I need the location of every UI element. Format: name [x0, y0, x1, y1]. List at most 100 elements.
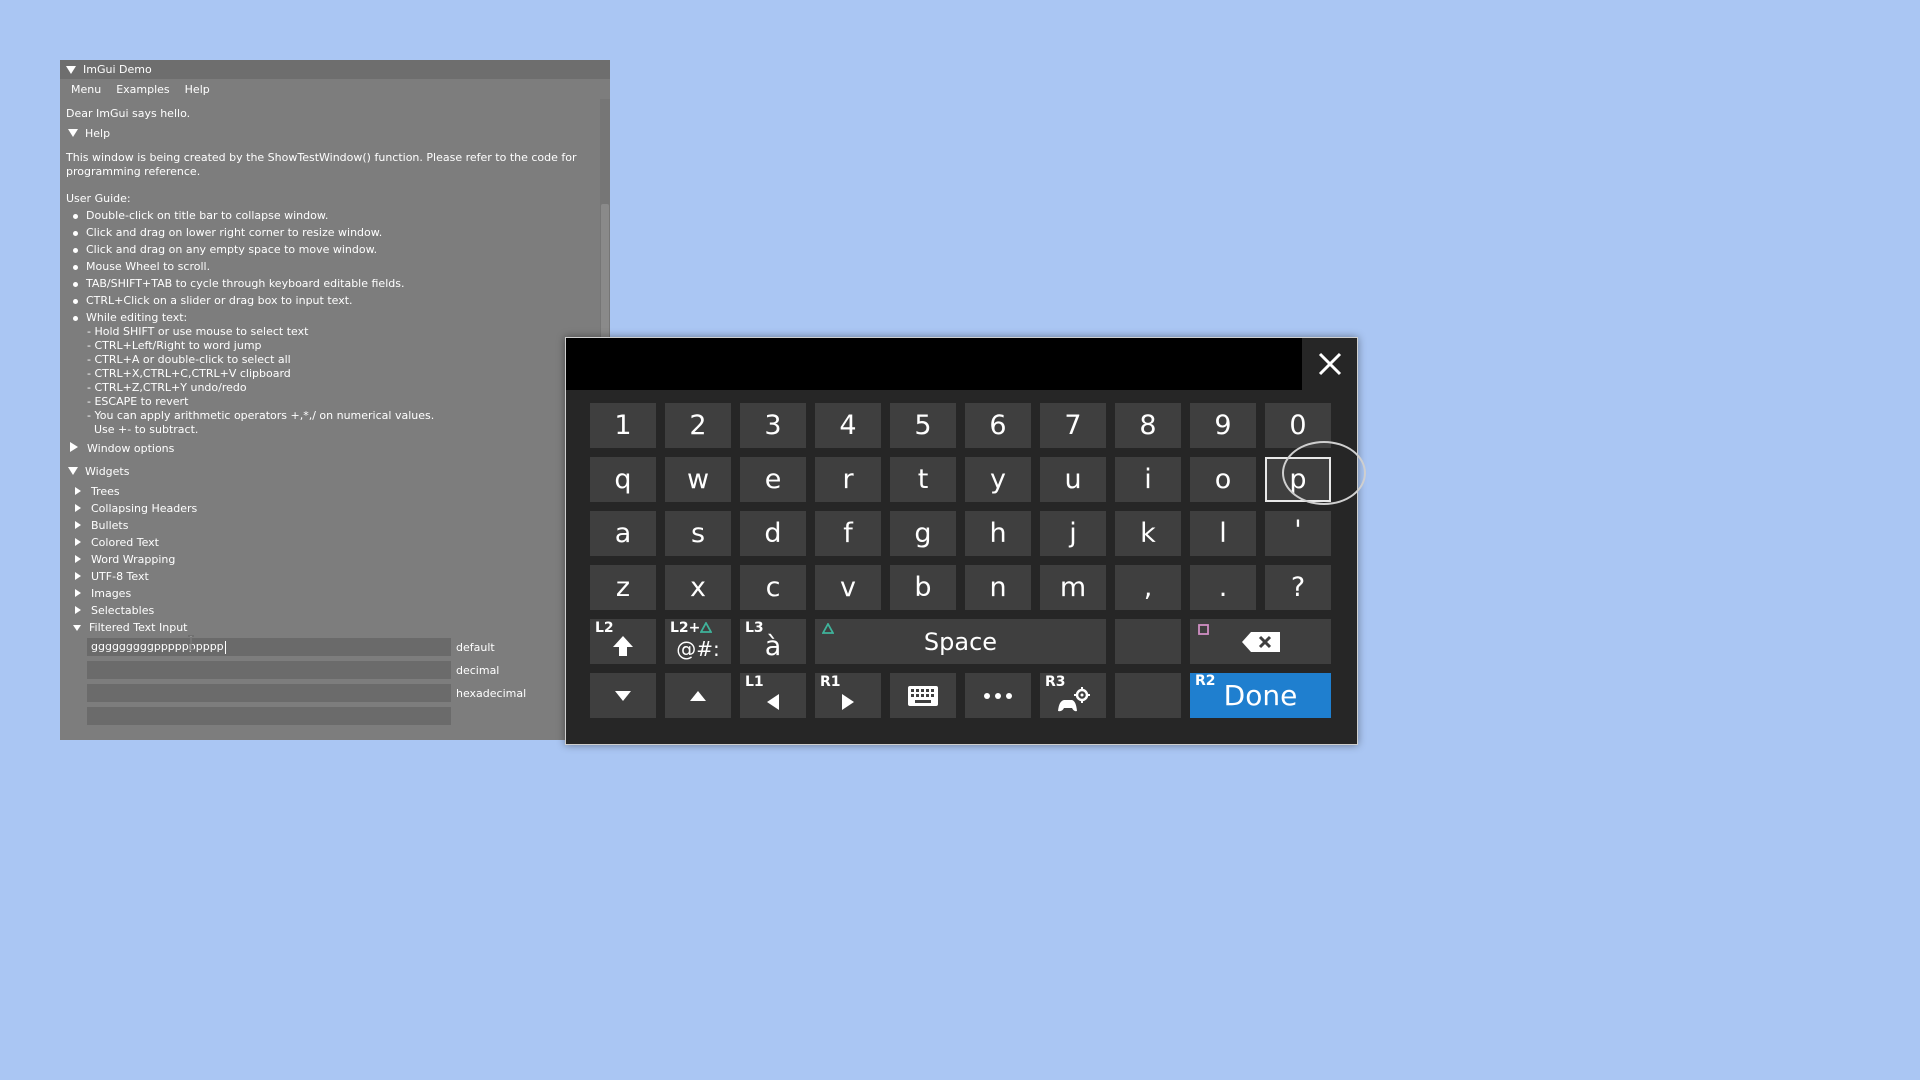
- decimal-text-input[interactable]: [87, 661, 451, 679]
- key-t[interactable]: t: [890, 457, 956, 502]
- default-text-input[interactable]: gggggggggpppppppppp: [87, 638, 451, 656]
- menu-menu[interactable]: Menu: [71, 83, 101, 96]
- key-8[interactable]: 8: [1115, 403, 1181, 448]
- key-d[interactable]: d: [740, 511, 806, 556]
- cursor-left-key[interactable]: L1: [740, 673, 806, 718]
- key-9[interactable]: 9: [1190, 403, 1256, 448]
- collapsed-triangle-icon: [75, 504, 81, 512]
- close-keyboard-button[interactable]: [1303, 338, 1357, 390]
- key-a[interactable]: a: [590, 511, 656, 556]
- menu-help[interactable]: Help: [185, 83, 210, 96]
- done-button[interactable]: R2 Done: [1190, 673, 1331, 718]
- key-label: 0: [1289, 410, 1307, 441]
- tree-node-trees[interactable]: Trees: [75, 485, 120, 498]
- space-key[interactable]: Space: [815, 619, 1106, 664]
- tree-node-bullets[interactable]: Bullets: [75, 519, 128, 532]
- controller-settings-key[interactable]: R3: [1040, 673, 1106, 718]
- key-x[interactable]: x: [665, 565, 731, 610]
- key-3[interactable]: 3: [740, 403, 806, 448]
- widgets-header[interactable]: Widgets: [68, 465, 129, 478]
- arrow-right-icon: [842, 693, 854, 710]
- collapsed-triangle-icon: [75, 555, 81, 563]
- key-label: x: [690, 572, 706, 603]
- key-label: .: [1218, 572, 1228, 603]
- key-n[interactable]: n: [965, 565, 1031, 610]
- imgui-demo-window[interactable]: ImGui Demo Menu Examples Help Dear ImGui…: [60, 60, 610, 740]
- key-l[interactable]: l: [1190, 511, 1256, 556]
- keyboard-layout-key[interactable]: [890, 673, 956, 718]
- key-label: y: [990, 464, 1006, 495]
- key-m[interactable]: m: [1040, 565, 1106, 610]
- tree-node-word-wrapping[interactable]: Word Wrapping: [75, 553, 175, 566]
- collapse-triangle-icon[interactable]: [66, 65, 76, 74]
- tree-node-utf8-text[interactable]: UTF-8 Text: [75, 570, 149, 583]
- menu-bar: Menu Examples Help: [60, 79, 610, 99]
- key-q[interactable]: q: [590, 457, 656, 502]
- symbols-key[interactable]: L2+ @#:: [665, 619, 731, 664]
- help-header[interactable]: Help: [68, 127, 110, 140]
- key-label: ,: [1143, 572, 1153, 603]
- tree-node-images[interactable]: Images: [75, 587, 131, 600]
- key-label: h: [989, 518, 1007, 549]
- key-o[interactable]: o: [1190, 457, 1256, 502]
- key-k[interactable]: k: [1115, 511, 1181, 556]
- window-title: ImGui Demo: [83, 63, 152, 76]
- collapsed-triangle-icon: [75, 572, 81, 580]
- shift-arrow-icon: [613, 635, 633, 656]
- tree-node-collapsing-headers[interactable]: Collapsing Headers: [75, 502, 197, 515]
- tree-node-label: Trees: [91, 485, 120, 498]
- key-z[interactable]: z: [590, 565, 656, 610]
- cursor-right-key[interactable]: R1: [815, 673, 881, 718]
- hexadecimal-text-input[interactable]: [87, 684, 451, 702]
- key-g[interactable]: g: [890, 511, 956, 556]
- key-label: ?: [1290, 572, 1306, 603]
- key-label: i: [1144, 464, 1152, 495]
- editing-line: - CTRL+A or double-click to select all: [87, 353, 291, 366]
- expanded-triangle-icon: [68, 467, 78, 475]
- tree-node-colored-text[interactable]: Colored Text: [75, 536, 159, 549]
- key-question[interactable]: ?: [1265, 565, 1331, 610]
- greeting-text: Dear ImGui says hello.: [66, 107, 191, 120]
- key-w[interactable]: w: [665, 457, 731, 502]
- key-s[interactable]: s: [665, 511, 731, 556]
- key-5[interactable]: 5: [890, 403, 956, 448]
- window-options-header[interactable]: Window options: [70, 442, 174, 455]
- tree-node-filtered-text-input[interactable]: Filtered Text Input: [73, 621, 187, 634]
- tree-node-label: Word Wrapping: [91, 553, 176, 566]
- move-down-key[interactable]: [590, 673, 656, 718]
- menu-examples[interactable]: Examples: [116, 83, 169, 96]
- key-b[interactable]: b: [890, 565, 956, 610]
- more-options-key[interactable]: [965, 673, 1031, 718]
- key-apostrophe[interactable]: ': [1265, 511, 1331, 556]
- key-e[interactable]: e: [740, 457, 806, 502]
- key-1[interactable]: 1: [590, 403, 656, 448]
- window-titlebar[interactable]: ImGui Demo: [60, 60, 610, 79]
- key-period[interactable]: .: [1190, 565, 1256, 610]
- bullet-icon: [73, 281, 78, 287]
- key-7[interactable]: 7: [1040, 403, 1106, 448]
- collapsed-triangle-icon: [75, 606, 81, 614]
- key-i[interactable]: i: [1115, 457, 1181, 502]
- bullet-item: While editing text:: [73, 311, 187, 324]
- move-up-key[interactable]: [665, 673, 731, 718]
- tree-node-selectables[interactable]: Selectables: [75, 604, 154, 617]
- key-label: t: [917, 464, 929, 495]
- key-6[interactable]: 6: [965, 403, 1031, 448]
- key-label: e: [764, 464, 782, 495]
- key-v[interactable]: v: [815, 565, 881, 610]
- backspace-key[interactable]: [1190, 619, 1331, 664]
- key-2[interactable]: 2: [665, 403, 731, 448]
- key-comma[interactable]: ,: [1115, 565, 1181, 610]
- key-c[interactable]: c: [740, 565, 806, 610]
- ellipsis-icon: [984, 692, 1012, 699]
- key-y[interactable]: y: [965, 457, 1031, 502]
- key-f[interactable]: f: [815, 511, 881, 556]
- shift-key[interactable]: L2: [590, 619, 656, 664]
- uppercase-text-input[interactable]: [87, 707, 451, 725]
- key-u[interactable]: u: [1040, 457, 1106, 502]
- key-h[interactable]: h: [965, 511, 1031, 556]
- key-4[interactable]: 4: [815, 403, 881, 448]
- accent-key[interactable]: L3 à: [740, 619, 806, 664]
- key-r[interactable]: r: [815, 457, 881, 502]
- key-j[interactable]: j: [1040, 511, 1106, 556]
